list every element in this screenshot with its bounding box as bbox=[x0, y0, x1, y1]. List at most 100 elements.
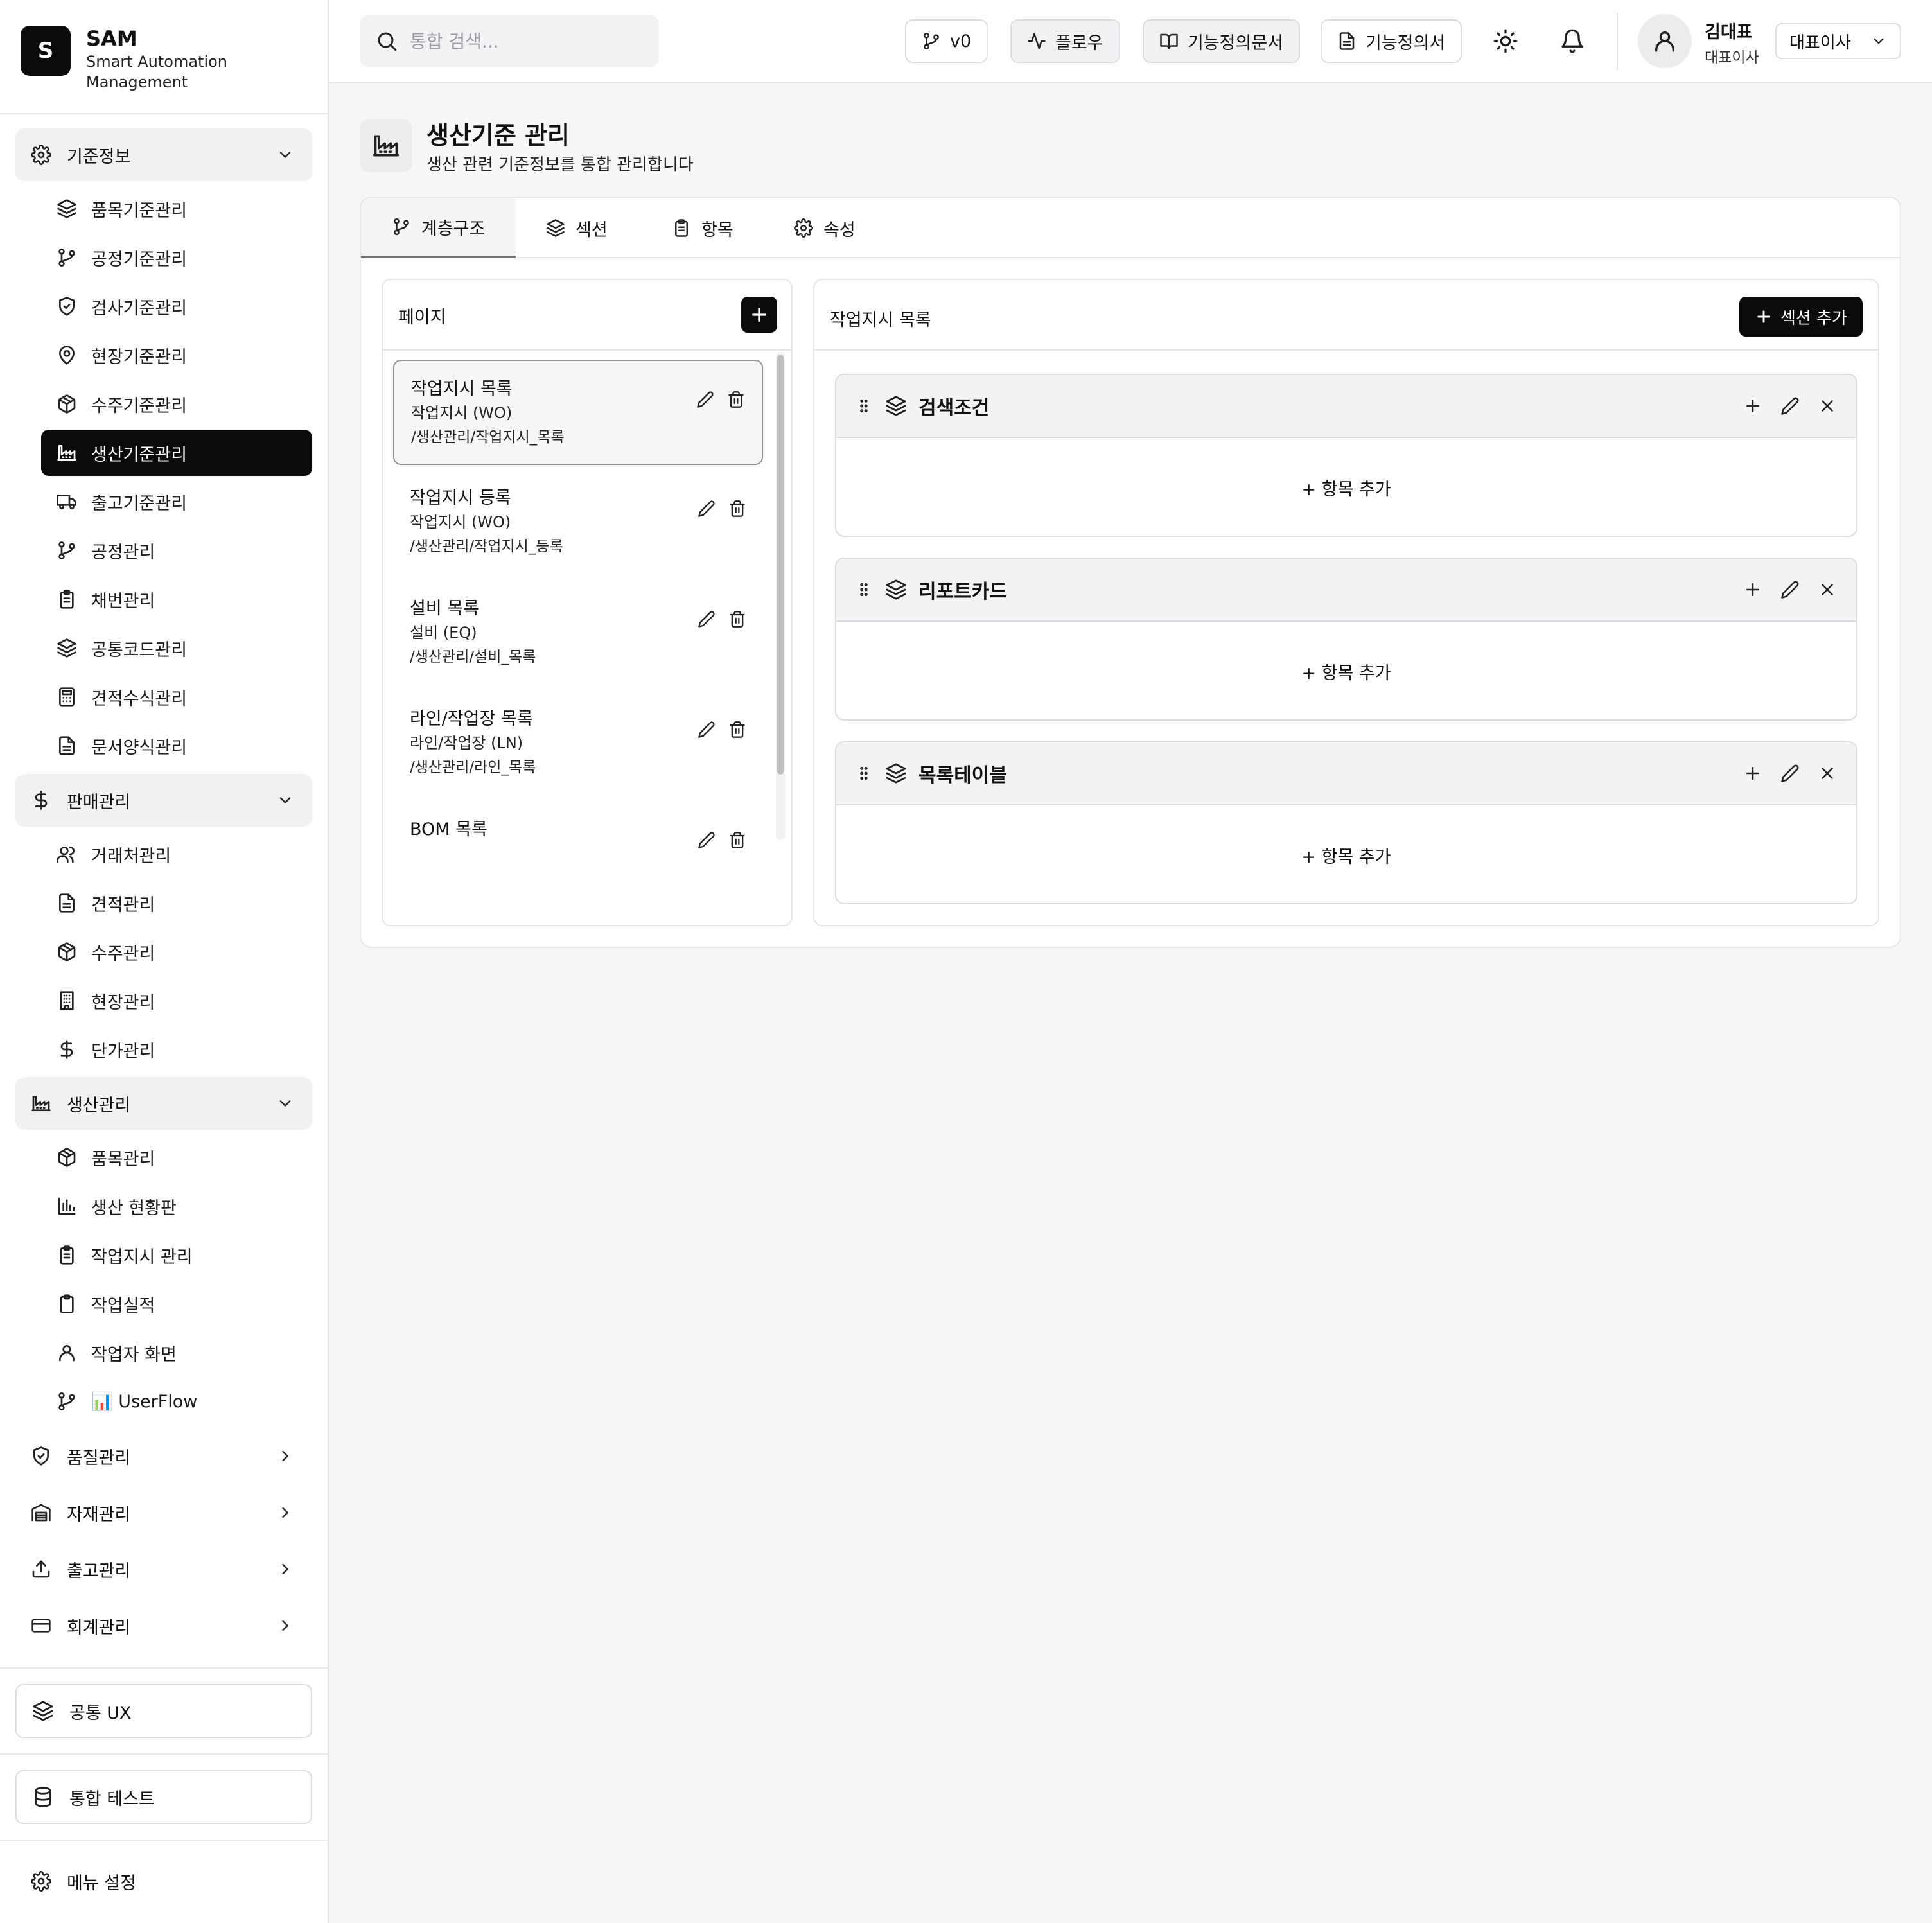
add-item-button[interactable]: + 항목 추가 bbox=[836, 438, 1856, 536]
page-list-item[interactable]: BOM 목록 bbox=[393, 802, 763, 874]
page-list-item[interactable]: 설비 목록 설비 (EQ) /생산관리/설비_목록 bbox=[393, 581, 763, 686]
menu-settings-button[interactable]: 메뉴 설정 bbox=[15, 1855, 312, 1908]
sun-icon[interactable] bbox=[1493, 28, 1518, 54]
page-list-item[interactable]: 작업지시 목록 작업지시 (WO) /생산관리/작업지시_목록 bbox=[393, 360, 763, 465]
drag-handle-icon[interactable] bbox=[856, 396, 872, 416]
add-section-label: 섹션 추가 bbox=[1780, 308, 1847, 328]
trash-icon[interactable] bbox=[727, 391, 745, 408]
pencil-icon[interactable] bbox=[1780, 580, 1800, 599]
chevron-right-icon bbox=[276, 1504, 294, 1522]
sidebar-item-userflow[interactable]: 📊 UserFlow bbox=[41, 1378, 312, 1425]
users-icon bbox=[57, 844, 77, 865]
chevron-down-icon bbox=[276, 791, 294, 809]
common-ux-button[interactable]: 공통 UX bbox=[15, 1684, 312, 1738]
sidebar-item-document-template[interactable]: 문서양식관리 bbox=[41, 723, 312, 769]
sidebar-item-sites[interactable]: 현장관리 bbox=[41, 978, 312, 1024]
pencil-icon[interactable] bbox=[698, 610, 716, 628]
activity-icon bbox=[1027, 31, 1046, 51]
flow-button[interactable]: 플로우 bbox=[1010, 19, 1120, 63]
version-button[interactable]: v0 bbox=[905, 19, 988, 63]
drag-handle-icon[interactable] bbox=[856, 580, 872, 599]
sidebar-item-production-dashboard[interactable]: 생산 현황판 bbox=[41, 1183, 312, 1229]
sidebar-item-items[interactable]: 품목관리 bbox=[41, 1134, 312, 1181]
global-search[interactable] bbox=[360, 15, 659, 67]
sidebar-group-accounting[interactable]: 회계관리 bbox=[15, 1599, 312, 1652]
sidebar-item-common-code[interactable]: 공통코드관리 bbox=[41, 625, 312, 671]
page-list-item[interactable]: 라인/작업장 목록 라인/작업장 (LN) /생산관리/라인_목록 bbox=[393, 691, 763, 796]
sidebar-item-label: 생산 현황판 bbox=[91, 1198, 177, 1218]
sidebar-divider bbox=[0, 1667, 329, 1669]
brand-logo: S bbox=[21, 26, 71, 76]
page-list-item[interactable]: 작업지시 등록 작업지시 (WO) /생산관리/작업지시_등록 bbox=[393, 470, 763, 575]
sidebar-item-quotes[interactable]: 견적관리 bbox=[41, 880, 312, 926]
drag-handle-icon[interactable] bbox=[856, 764, 872, 783]
tab-properties[interactable]: 속성 bbox=[763, 198, 886, 258]
sidebar-item-label: 단가관리 bbox=[91, 1041, 155, 1062]
brand[interactable]: S SAM Smart Automation Management bbox=[21, 26, 234, 96]
close-icon[interactable] bbox=[1818, 580, 1837, 599]
tab-items[interactable]: 항목 bbox=[641, 198, 764, 258]
sidebar-item-prices[interactable]: 단가관리 bbox=[41, 1026, 312, 1073]
sidebar-item-process-management[interactable]: 공정관리 bbox=[41, 527, 312, 574]
integration-test-button[interactable]: 통합 테스트 bbox=[15, 1770, 312, 1824]
plus-icon[interactable] bbox=[1743, 764, 1762, 783]
role-select[interactable]: 대표이사 bbox=[1775, 23, 1901, 59]
page-list-scrollbar-thumb[interactable] bbox=[777, 355, 784, 775]
sidebar-item-worker-screen[interactable]: 작업자 화면 bbox=[41, 1330, 312, 1376]
search-icon bbox=[375, 30, 398, 53]
sidebar-group-master-data[interactable]: 기준정보 bbox=[15, 128, 312, 181]
plus-icon[interactable] bbox=[1743, 396, 1762, 416]
sidebar-group-shipping[interactable]: 출고관리 bbox=[15, 1543, 312, 1595]
sidebar-group-quality[interactable]: 품질관리 bbox=[15, 1430, 312, 1482]
sidebar-group-sales[interactable]: 판매관리 bbox=[15, 774, 312, 827]
sidebar-item-orders[interactable]: 수주관리 bbox=[41, 929, 312, 975]
sidebar-group-production[interactable]: 생산관리 bbox=[15, 1077, 312, 1130]
add-page-button[interactable] bbox=[741, 297, 777, 333]
trash-icon[interactable] bbox=[728, 831, 746, 849]
bell-icon[interactable] bbox=[1559, 28, 1585, 54]
tab-hierarchy[interactable]: 계층구조 bbox=[361, 198, 516, 258]
close-icon[interactable] bbox=[1818, 764, 1837, 783]
sidebar-item-item-standard[interactable]: 품목기준관리 bbox=[41, 186, 312, 232]
pencil-icon[interactable] bbox=[698, 831, 716, 849]
bar-chart-icon bbox=[57, 1196, 77, 1216]
sidebar-group-label: 자재관리 bbox=[67, 1504, 131, 1525]
avatar[interactable] bbox=[1638, 14, 1692, 68]
sidebar-item-work-orders[interactable]: 작업지시 관리 bbox=[41, 1232, 312, 1278]
trash-icon[interactable] bbox=[728, 721, 746, 739]
tab-sections[interactable]: 섹션 bbox=[515, 198, 638, 258]
sidebar-group-materials[interactable]: 자재관리 bbox=[15, 1486, 312, 1539]
pencil-icon[interactable] bbox=[698, 500, 716, 518]
function-spec-button[interactable]: 기능정의서 bbox=[1321, 19, 1462, 63]
sidebar-item-inspection-standard[interactable]: 검사기준관리 bbox=[41, 283, 312, 329]
layers-icon bbox=[885, 395, 907, 417]
sidebar-item-quote-formula[interactable]: 견적수식관리 bbox=[41, 674, 312, 720]
sidebar-item-work-results[interactable]: 작업실적 bbox=[41, 1281, 312, 1327]
top-header: v0 플로우 기능정의문서 기능정의서 김대표 대표이사 대표이사 bbox=[329, 0, 1932, 83]
database-icon bbox=[32, 1786, 54, 1808]
pencil-icon[interactable] bbox=[696, 391, 714, 408]
git-branch-icon bbox=[57, 247, 77, 268]
add-item-button[interactable]: + 항목 추가 bbox=[836, 805, 1856, 903]
sidebar-item-shipping-standard[interactable]: 출고기준관리 bbox=[41, 479, 312, 525]
trash-icon[interactable] bbox=[728, 610, 746, 628]
pencil-icon[interactable] bbox=[698, 721, 716, 739]
sidebar-item-clients[interactable]: 거래처관리 bbox=[41, 831, 312, 877]
sidebar-item-order-standard[interactable]: 수주기준관리 bbox=[41, 381, 312, 427]
function-doc-button[interactable]: 기능정의문서 bbox=[1143, 19, 1301, 63]
pencil-icon[interactable] bbox=[1780, 396, 1800, 416]
pages-panel: 페이지 작업지시 목록 작업지시 (WO) /생산관리/작업지시_목록 작업지시… bbox=[382, 279, 793, 926]
trash-icon[interactable] bbox=[728, 500, 746, 518]
sidebar-item-production-standard[interactable]: 생산기준관리 bbox=[41, 430, 312, 476]
add-item-button[interactable]: + 항목 추가 bbox=[836, 622, 1856, 719]
sidebar-item-label: 공통코드관리 bbox=[91, 640, 188, 660]
plus-icon[interactable] bbox=[1743, 580, 1762, 599]
sidebar-item-process-standard[interactable]: 공정기준관리 bbox=[41, 234, 312, 281]
search-input[interactable] bbox=[410, 30, 654, 52]
pencil-icon[interactable] bbox=[1780, 764, 1800, 783]
close-icon[interactable] bbox=[1818, 396, 1837, 416]
sidebar-item-site-standard[interactable]: 현장기준관리 bbox=[41, 332, 312, 378]
sidebar-item-numbering[interactable]: 채번관리 bbox=[41, 576, 312, 622]
tab-label: 속성 bbox=[823, 220, 856, 240]
add-section-button[interactable]: 섹션 추가 bbox=[1739, 297, 1863, 337]
